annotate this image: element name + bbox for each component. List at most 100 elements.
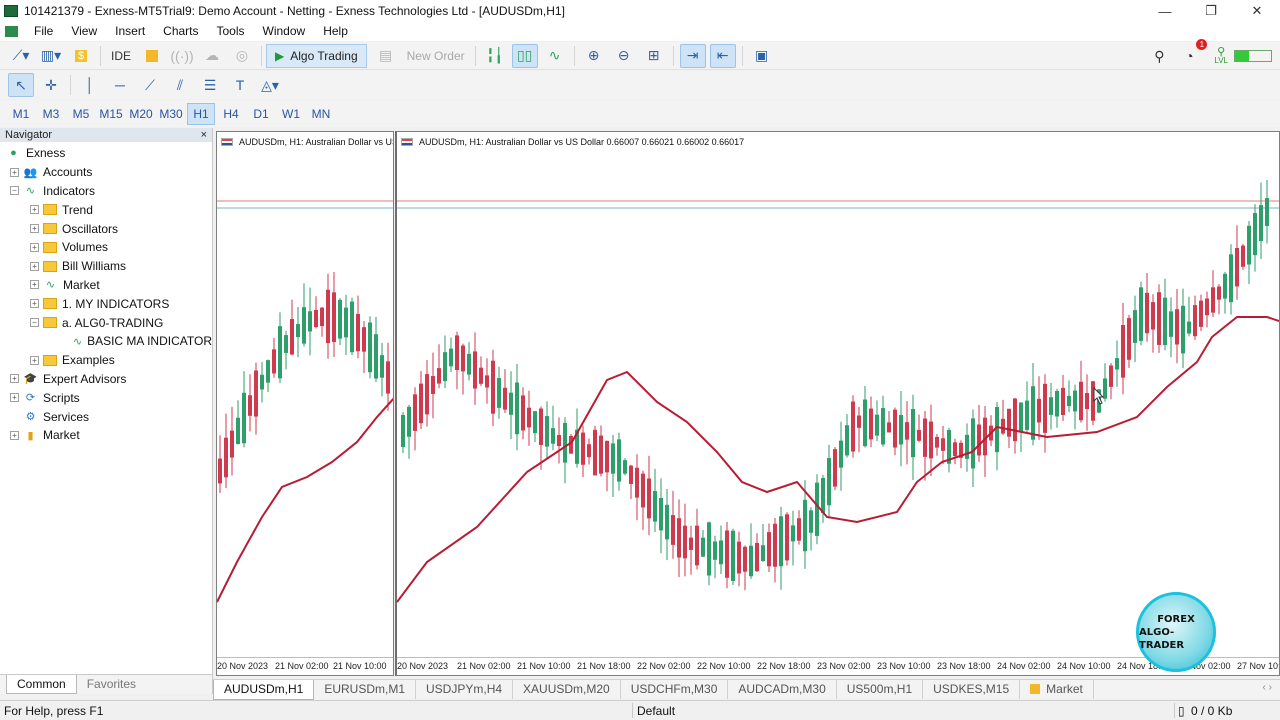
expand-toggle-icon[interactable]: +	[30, 242, 39, 252]
expand-toggle-icon[interactable]: +	[30, 205, 39, 215]
navigator-node[interactable]: + Trend	[0, 200, 212, 219]
autoscroll-icon[interactable]: ⇥	[679, 43, 706, 68]
chart-tab-eurusdm-m1[interactable]: EURUSDm,M1	[314, 680, 417, 699]
search-icon[interactable]: ⚲	[1146, 44, 1172, 68]
zoom-in-icon[interactable]: ⊕	[581, 44, 607, 68]
expand-toggle-icon[interactable]: −	[30, 318, 39, 328]
expand-toggle-icon[interactable]: +	[10, 430, 19, 440]
chart-tab-audusdm-h1[interactable]: AUDUSDm,H1	[213, 679, 315, 700]
navigator-node[interactable]: +1. MY INDICATORS	[0, 294, 212, 313]
timeframe-m5[interactable]: M5	[67, 103, 95, 125]
minimize-button[interactable]: —	[1142, 0, 1188, 22]
navigator-node[interactable]: + Bill Williams	[0, 257, 212, 276]
close-button[interactable]: ✕	[1234, 0, 1280, 22]
menu-window[interactable]: Window	[254, 22, 315, 41]
navigator-node[interactable]: − ∿ Indicators	[0, 182, 212, 201]
timeframe-d1[interactable]: D1	[247, 103, 275, 125]
zoom-out-icon[interactable]: ⊖	[611, 44, 637, 68]
expand-toggle-icon[interactable]: +	[30, 224, 39, 234]
chart-tab-usdjpym-h4[interactable]: USDJPYm,H4	[416, 680, 514, 699]
chart-window-main[interactable]: AUDUSDm, H1: Australian Dollar vs US Dol…	[395, 131, 1280, 676]
timeframe-m3[interactable]: M3	[37, 103, 65, 125]
navigator-node[interactable]: + 👥 Accounts	[0, 163, 212, 182]
timeframe-w1[interactable]: W1	[277, 103, 305, 125]
signals-icon[interactable]: ((·))	[169, 44, 195, 68]
line-chart-icon[interactable]: ∿	[542, 44, 568, 68]
screenshot-icon[interactable]: ▣	[749, 44, 775, 68]
notifications-icon[interactable]: ◔ 1	[1176, 39, 1208, 68]
expand-toggle-icon[interactable]: +	[30, 299, 39, 309]
trendline-icon[interactable]: ⟋	[137, 73, 163, 97]
expand-toggle-icon[interactable]: +	[30, 280, 39, 290]
new-order-button[interactable]: New Order	[401, 49, 471, 63]
timeframe-m1[interactable]: M1	[7, 103, 35, 125]
timeframe-m30[interactable]: M30	[157, 103, 185, 125]
navigator-node[interactable]: ● Exness	[0, 144, 212, 163]
menu-help[interactable]: Help	[314, 22, 357, 41]
navigator-node[interactable]: + Oscillators	[0, 219, 212, 238]
menu-view[interactable]: View	[62, 22, 106, 41]
chart-window-small[interactable]: AUDUSDm, H1: Australian Dollar vs US Dol…	[216, 131, 394, 676]
navigator-node[interactable]: + Volumes	[0, 238, 212, 257]
navigator-node[interactable]: ⚙ Services	[0, 407, 212, 426]
timeframe-m20[interactable]: M20	[127, 103, 155, 125]
bar-chart-icon[interactable]: ╏╽	[482, 44, 508, 68]
navigator-node[interactable]: ∿ BASIC MA INDICATOR	[0, 332, 212, 351]
text-tool-icon[interactable]: T	[227, 73, 253, 97]
timeframe-h1[interactable]: H1	[187, 102, 215, 125]
chart-tab-us500m-h1[interactable]: US500m,H1	[837, 680, 924, 699]
vertical-line-icon[interactable]: │	[77, 73, 103, 97]
timeframe-h4[interactable]: H4	[217, 103, 245, 125]
tile-windows-icon[interactable]: ⊞	[641, 44, 667, 68]
expand-toggle-icon[interactable]: +	[30, 261, 39, 271]
timeframe-mn[interactable]: MN	[307, 103, 335, 125]
timeframe-m15[interactable]: M15	[97, 103, 125, 125]
fibonacci-icon[interactable]: ☰	[197, 73, 223, 97]
navigator-node[interactable]: − a. ALG0-TRADING	[0, 313, 212, 332]
menu-insert[interactable]: Insert	[106, 22, 154, 41]
restore-button[interactable]: ❐	[1188, 0, 1234, 22]
new-order-icon[interactable]: ▤	[373, 44, 399, 68]
child-window-icon[interactable]	[5, 26, 18, 37]
navigator-tab-favorites[interactable]: Favorites	[77, 675, 146, 694]
chart-tab-audcadm-m30[interactable]: AUDCADm,M30	[728, 680, 837, 699]
chart-type-icon[interactable]: ⟋▾	[8, 44, 34, 68]
cursor-tool-icon[interactable]: ↖	[8, 73, 34, 97]
expand-toggle-icon[interactable]: +	[10, 393, 19, 403]
equidistant-channel-icon[interactable]: ⫽	[167, 73, 193, 97]
status-profile[interactable]: Default	[637, 704, 675, 718]
vps-cloud-icon[interactable]: ☁	[199, 44, 225, 68]
algo-trading-button[interactable]: ▶ Algo Trading	[266, 43, 367, 68]
navigator-close-icon[interactable]: ×	[201, 129, 207, 141]
expand-toggle-icon[interactable]: −	[10, 186, 19, 196]
navigator-node[interactable]: + ⟳ Scripts	[0, 388, 212, 407]
market-bag-icon[interactable]	[139, 44, 165, 68]
ide-button[interactable]: IDE	[105, 49, 137, 63]
chart-shift-icon[interactable]: ⇤	[709, 43, 736, 68]
chart-tab-xauusdm-m20[interactable]: XAUUSDm,M20	[513, 680, 621, 699]
price-chart-small[interactable]	[217, 132, 394, 676]
navigator-node[interactable]: + ∿ Market	[0, 276, 212, 295]
chart-template-icon[interactable]: ▥▾	[38, 44, 64, 68]
menu-charts[interactable]: Charts	[154, 22, 207, 41]
chart-tab-usdkes-m15[interactable]: USDKES,M15	[923, 680, 1021, 699]
expand-toggle-icon[interactable]: +	[10, 167, 19, 177]
horizontal-line-icon[interactable]: ─	[107, 73, 133, 97]
price-chart-main[interactable]	[397, 132, 1280, 676]
navigator-tab-common[interactable]: Common	[6, 675, 77, 694]
chart-tab-market[interactable]: Market	[1020, 680, 1094, 699]
expand-toggle-icon[interactable]: +	[10, 374, 19, 384]
community-icon[interactable]: ◎	[229, 44, 255, 68]
chart-tab-usdchfm-m30[interactable]: USDCHFm,M30	[621, 680, 729, 699]
menu-tools[interactable]: Tools	[208, 22, 254, 41]
crosshair-icon[interactable]: ✛	[38, 73, 64, 97]
shapes-icon[interactable]: ◬▾	[257, 73, 283, 97]
expand-toggle-icon[interactable]: +	[30, 355, 39, 365]
navigator-node[interactable]: + Examples	[0, 351, 212, 370]
navigator-node[interactable]: + ▮ Market	[0, 426, 212, 445]
dollar-icon[interactable]: $	[68, 44, 94, 68]
tab-scroll-arrows-icon[interactable]: ‹ ›	[1263, 682, 1272, 693]
navigator-node[interactable]: + 🎓 Expert Advisors	[0, 370, 212, 389]
candlestick-icon[interactable]: ▯▯	[511, 43, 538, 68]
menu-file[interactable]: File	[25, 22, 62, 41]
